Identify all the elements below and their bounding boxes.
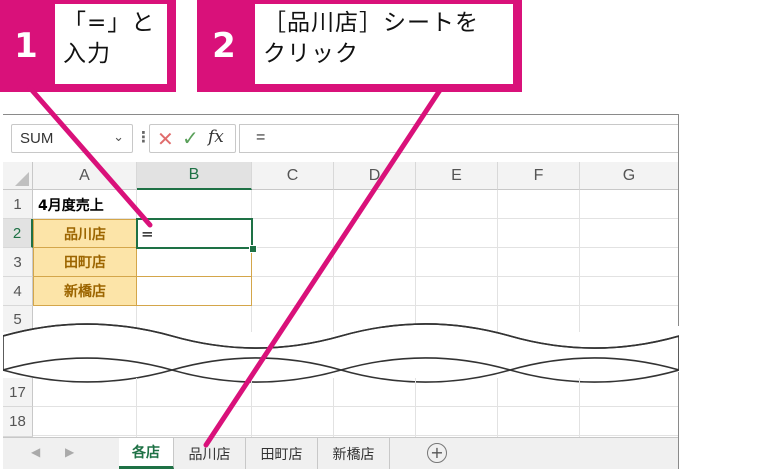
pointer-lines — [27, 85, 443, 448]
